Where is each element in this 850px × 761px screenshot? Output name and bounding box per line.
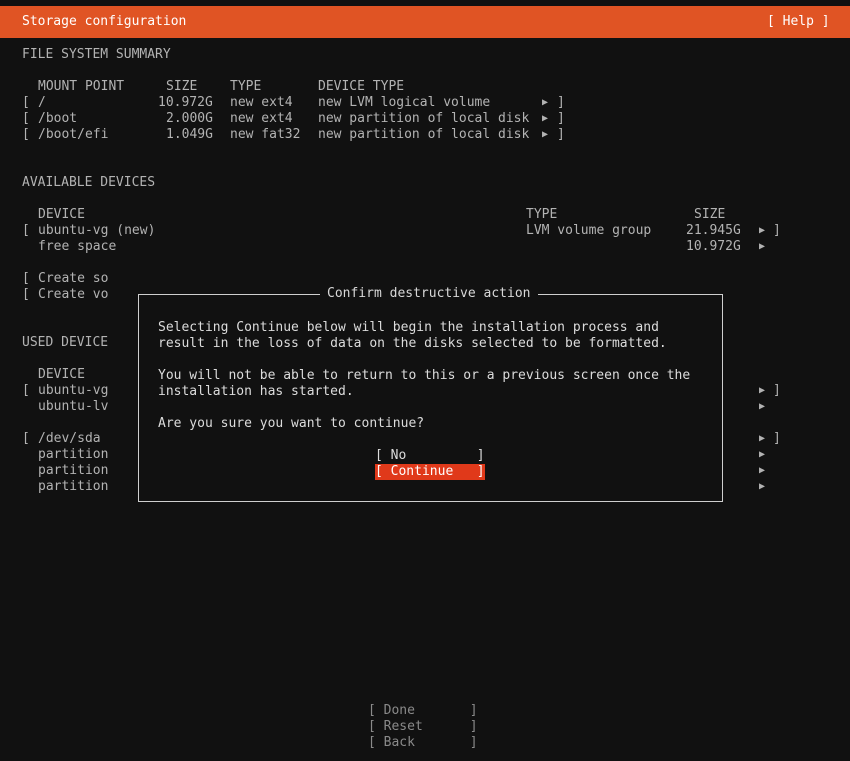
arrow-right-icon: ▶ <box>759 385 766 396</box>
used-device-name: ubuntu-lv <box>38 399 109 414</box>
row-bracket-open: [ <box>22 271 30 286</box>
row-bracket-open: [ <box>22 223 30 238</box>
fs-row-size: 10.972G <box>158 95 213 110</box>
done-button[interactable]: [ Done ] <box>368 703 478 719</box>
row-bracket-open: [ <box>22 111 30 126</box>
arrow-right-icon: ▶ <box>759 241 766 252</box>
header-bar: Storage configuration [ Help ] <box>0 6 850 38</box>
row-bracket-open: [ <box>22 383 30 398</box>
device-name: ubuntu-vg (new) <box>38 223 156 238</box>
row-bracket-close: ] <box>773 383 781 398</box>
arrow-right-icon: ▶ <box>542 129 549 140</box>
fs-row-type: new ext4 <box>230 111 293 126</box>
arrow-right-icon: ▶ <box>759 401 766 412</box>
fs-row-size: 2.000G <box>166 111 213 126</box>
row-bracket-open: [ <box>22 127 30 142</box>
row-bracket-open: [ <box>22 431 30 446</box>
device-type: LVM volume group <box>526 223 652 238</box>
action-label: Create so <box>38 271 109 286</box>
row-bracket-close: ] <box>557 95 565 110</box>
available-devices-heading: AVAILABLE DEVICES <box>22 175 156 190</box>
fs-row-type: new fat32 <box>230 127 301 142</box>
back-button[interactable]: [ Back ] <box>368 735 478 751</box>
fs-row-device-type: new LVM logical volume <box>318 95 491 110</box>
row-bracket-open: [ <box>22 287 30 302</box>
row-bracket-close: ] <box>557 127 565 142</box>
used-device-name: ubuntu-vg <box>38 383 109 398</box>
arrow-right-icon: ▶ <box>759 449 766 460</box>
arrow-right-icon: ▶ <box>759 465 766 476</box>
col-size: SIZE <box>166 79 198 94</box>
dialog-title: Confirm destructive action <box>320 286 538 302</box>
row-bracket-close: ] <box>773 223 781 238</box>
fs-row-mount: /boot <box>38 111 78 126</box>
arrow-right-icon: ▶ <box>759 225 766 236</box>
fs-row-device-type: new partition of local disk <box>318 111 530 126</box>
page-title: Storage configuration <box>22 14 187 29</box>
fs-row-mount: /boot/efi <box>38 127 109 142</box>
fs-row-mount: / <box>38 95 46 110</box>
fs-summary-heading: FILE SYSTEM SUMMARY <box>22 47 171 62</box>
no-button[interactable]: [ No ] <box>375 448 485 464</box>
dialog-message-line: You will not be able to return to this o… <box>158 368 691 383</box>
dialog-message-line: result in the loss of data on the disks … <box>158 336 667 351</box>
arrow-right-icon: ▶ <box>759 481 766 492</box>
row-bracket-close: ] <box>773 431 781 446</box>
device-size: 10.972G <box>686 239 741 254</box>
used-device-name: /dev/sda <box>38 431 101 446</box>
fs-row-device-type: new partition of local disk <box>318 127 530 142</box>
col-type: TYPE <box>230 79 262 94</box>
fs-row-size: 1.049G <box>166 127 213 142</box>
continue-button[interactable]: [ Continue ] <box>375 464 485 480</box>
col-type: TYPE <box>526 207 558 222</box>
arrow-right-icon: ▶ <box>542 113 549 124</box>
used-device-name: partition <box>38 479 109 494</box>
confirm-dialog: Confirm destructive action Selecting Con… <box>138 286 723 502</box>
fs-row-type: new ext4 <box>230 95 293 110</box>
arrow-right-icon: ▶ <box>759 433 766 444</box>
dialog-message-line: installation has started. <box>158 384 354 399</box>
dialog-question: Are you sure you want to continue? <box>158 416 425 431</box>
col-device: DEVICE <box>38 367 85 382</box>
col-mount-point: MOUNT POINT <box>38 79 125 94</box>
row-bracket-open: [ <box>22 95 30 110</box>
dialog-message-line: Selecting Continue below will begin the … <box>158 320 659 335</box>
action-label: Create vo <box>38 287 109 302</box>
used-devices-heading: USED DEVICE <box>22 335 109 350</box>
help-button[interactable]: [ Help ] <box>767 14 830 30</box>
used-device-name: partition <box>38 463 109 478</box>
reset-button[interactable]: [ Reset ] <box>368 719 478 735</box>
col-device: DEVICE <box>38 207 85 222</box>
row-bracket-close: ] <box>557 111 565 126</box>
device-size: 21.945G <box>686 223 741 238</box>
used-device-name: partition <box>38 447 109 462</box>
arrow-right-icon: ▶ <box>542 97 549 108</box>
device-name: free space <box>38 239 117 254</box>
col-size: SIZE <box>694 207 726 222</box>
col-device-type: DEVICE TYPE <box>318 79 405 94</box>
